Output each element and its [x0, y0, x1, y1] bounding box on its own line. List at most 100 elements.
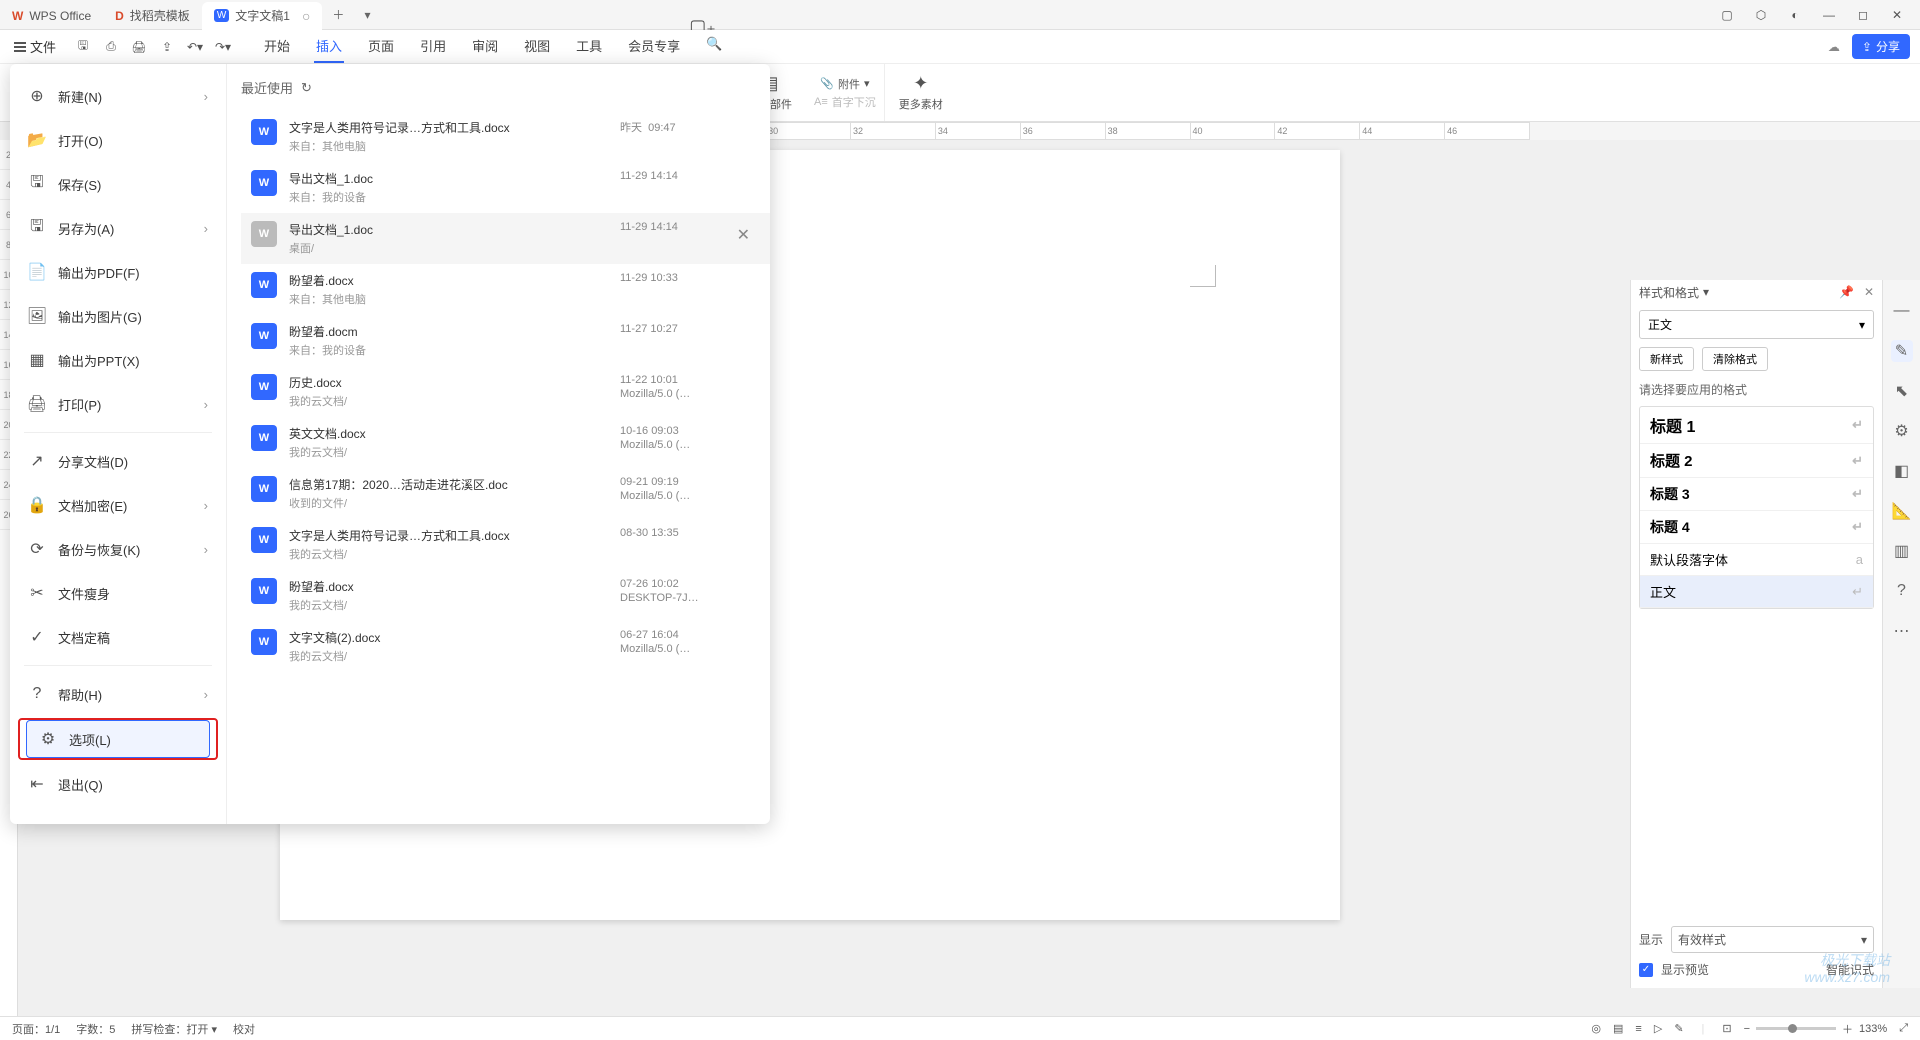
file-menu-item[interactable]: 🔒文档加密(E)›	[10, 483, 226, 527]
preview-checkbox[interactable]: ✓	[1639, 963, 1653, 977]
file-menu-item[interactable]: ⊕新建(N)›	[10, 74, 226, 118]
share-button[interactable]: ⇪ 分享	[1852, 34, 1910, 59]
recent-file-date: 08-30 13:35	[620, 527, 679, 539]
style-body[interactable]: 正文↵	[1640, 576, 1873, 608]
close-window-icon[interactable]: ✕	[1888, 8, 1906, 22]
file-menu-item[interactable]: ▦输出为PPT(X)	[10, 338, 226, 382]
pin-icon[interactable]: 📌	[1839, 285, 1854, 299]
tab-insert[interactable]: 插入	[314, 30, 344, 63]
window-icon[interactable]: ▢	[1718, 8, 1736, 22]
file-menu-item[interactable]: 🖫另存为(A)›	[10, 206, 226, 250]
zoom-in-icon[interactable]: ＋	[1842, 1021, 1853, 1037]
file-menu-item[interactable]: 🖨打印(P)›	[10, 382, 226, 426]
ribbon-more[interactable]: ✦ 更多素材	[885, 64, 957, 121]
new-style-button[interactable]: 新样式	[1639, 347, 1694, 371]
collapse-icon[interactable]: —	[1891, 300, 1913, 322]
focus-mode-icon[interactable]: ◎	[1591, 1022, 1601, 1035]
print-preview-icon[interactable]: ⎙	[102, 38, 120, 56]
layers-icon[interactable]: ◧	[1891, 460, 1913, 482]
undo-icon[interactable]: ↶▾	[186, 38, 204, 56]
ribbon-attach[interactable]: 📎 附件 ▾	[820, 76, 869, 92]
view-print-icon[interactable]: ▤	[1613, 1022, 1623, 1035]
tab-member[interactable]: 会员专享	[626, 30, 682, 63]
file-menu-item[interactable]: ✂文件瘦身	[10, 571, 226, 615]
ruler-icon[interactable]: 📐	[1891, 500, 1913, 522]
book-icon[interactable]: ▥	[1891, 540, 1913, 562]
tab-page[interactable]: 页面	[366, 30, 396, 63]
tab-view[interactable]: 视图	[522, 30, 552, 63]
zoom-out-icon[interactable]: −	[1744, 1023, 1750, 1035]
close-panel-icon[interactable]: ✕	[1864, 285, 1874, 299]
spell-check-status[interactable]: 拼写检查：打开 ▾	[131, 1021, 217, 1037]
current-style-select[interactable]: 正文 ▾	[1639, 310, 1874, 339]
settings-icon[interactable]: ⚙	[1891, 420, 1913, 442]
file-menu-item[interactable]: ⟳备份与恢复(K)›	[10, 527, 226, 571]
file-menu-item[interactable]: 📄输出为PDF(F)	[10, 250, 226, 294]
style-heading-4[interactable]: 标题 4↵	[1640, 511, 1873, 544]
file-menu-item[interactable]: ?帮助(H)›	[10, 672, 226, 716]
redo-icon[interactable]: ↷▾	[214, 38, 232, 56]
recent-file-item[interactable]: W 历史.docx 我的云文档/ 11-22 10:01 Mozilla/5.0…	[241, 366, 770, 417]
edit-icon[interactable]: ✎	[1891, 340, 1913, 362]
tab-home[interactable]: 开始	[262, 30, 292, 63]
recent-file-item[interactable]: W 盼望着.docx 我的云文档/ 07-26 10:02 DESKTOP-7J…	[241, 570, 770, 621]
search-icon[interactable]: 🔍	[704, 30, 724, 63]
recent-file-item[interactable]: W 盼望着.docx 来自：其他电脑 11-29 10:33	[241, 264, 770, 315]
recent-file-item[interactable]: W 文字文稿(2).docx 我的云文档/ 06-27 16:04 Mozill…	[241, 621, 770, 672]
expand-icon[interactable]: ⤢	[1899, 1022, 1908, 1035]
show-filter-select[interactable]: 有效样式 ▾	[1671, 926, 1874, 953]
user-icon[interactable]: ◐	[1786, 8, 1804, 22]
fit-icon[interactable]: ⊡	[1722, 1022, 1731, 1035]
recent-file-item[interactable]: W 信息第17期：2020…活动走进花溪区.doc 收到的文件/ 09-21 0…	[241, 468, 770, 519]
page-indicator[interactable]: 页面：1/1	[12, 1021, 60, 1037]
recent-file-item[interactable]: W 英文文档.docx 我的云文档/ 10-16 09:03 Mozilla/5…	[241, 417, 770, 468]
cube-icon[interactable]: ⬡	[1752, 8, 1770, 22]
tab-review[interactable]: 审阅	[470, 30, 500, 63]
file-menu-item[interactable]: ✓文档定稿	[10, 615, 226, 659]
recent-file-source: 收到的文件/	[289, 495, 608, 511]
tab-menu-button[interactable]: ▾	[354, 8, 380, 22]
clear-format-button[interactable]: 清除格式	[1702, 347, 1768, 371]
refresh-icon[interactable]: ↻	[301, 80, 312, 96]
file-menu-button[interactable]: 文件	[6, 33, 64, 60]
file-menu-item[interactable]: ↗分享文档(D)	[10, 439, 226, 483]
style-heading-2[interactable]: 标题 2↵	[1640, 444, 1873, 478]
proofing-status[interactable]: 校对	[233, 1021, 255, 1037]
tab-tools[interactable]: 工具	[574, 30, 604, 63]
select-icon[interactable]: ⬉	[1891, 380, 1913, 402]
word-count[interactable]: 字数：5	[76, 1021, 115, 1037]
remove-recent-icon[interactable]: ✕	[737, 225, 750, 245]
help-icon[interactable]: ?	[1891, 580, 1913, 602]
file-menu-item[interactable]: 🖫保存(S)	[10, 162, 226, 206]
maximize-icon[interactable]: ◻	[1854, 8, 1872, 22]
more-icon[interactable]: ⋯	[1891, 620, 1913, 642]
print-icon[interactable]: 🖨	[130, 38, 148, 56]
close-icon[interactable]: ○	[302, 8, 310, 24]
zoom-control[interactable]: − ＋ 133%	[1744, 1021, 1888, 1037]
file-menu-item[interactable]: ⇤退出(Q)	[10, 762, 226, 806]
new-tab-button[interactable]: ＋	[322, 6, 354, 23]
recent-file-item[interactable]: W 导出文档_1.doc 桌面/ 11-29 14:14 ✕	[241, 213, 770, 264]
recent-file-item[interactable]: W 盼望着.docm 来自：我的设备 11-27 10:27	[241, 315, 770, 366]
recent-file-item[interactable]: W 导出文档_1.doc 来自：我的设备 11-29 14:14	[241, 162, 770, 213]
export-icon[interactable]: ⇪	[158, 38, 176, 56]
view-read-icon[interactable]: ✎	[1674, 1022, 1683, 1035]
chevron-down-icon[interactable]: ▾	[1703, 285, 1709, 299]
view-outline-icon[interactable]: ≡	[1635, 1023, 1641, 1035]
recent-file-item[interactable]: W 文字是人类用符号记录…方式和工具.docx 我的云文档/ 08-30 13:…	[241, 519, 770, 570]
cloud-icon[interactable]: ☁	[1828, 40, 1840, 54]
style-heading-3[interactable]: 标题 3↵	[1640, 478, 1873, 511]
style-heading-1[interactable]: 标题 1↵	[1640, 407, 1873, 444]
style-default-font[interactable]: 默认段落字体a	[1640, 544, 1873, 576]
tab-references[interactable]: 引用	[418, 30, 448, 63]
minimize-icon[interactable]: —	[1820, 8, 1838, 22]
file-menu-item[interactable]: ⚙选项(L)	[26, 720, 210, 758]
view-web-icon[interactable]: ▷	[1654, 1022, 1662, 1035]
file-menu-item[interactable]: 📂打开(O)	[10, 118, 226, 162]
save-icon[interactable]: 🖫	[74, 38, 92, 56]
tab-document[interactable]: W 文字文稿1 ○	[202, 2, 323, 30]
recent-file-item[interactable]: W 文字是人类用符号记录…方式和工具.docx 来自：其他电脑 昨天 09:47	[241, 111, 770, 162]
tab-templates[interactable]: D 找稻壳模板	[103, 2, 202, 30]
tab-wps-office[interactable]: W WPS Office	[0, 2, 103, 30]
file-menu-item[interactable]: 🖼输出为图片(G)	[10, 294, 226, 338]
